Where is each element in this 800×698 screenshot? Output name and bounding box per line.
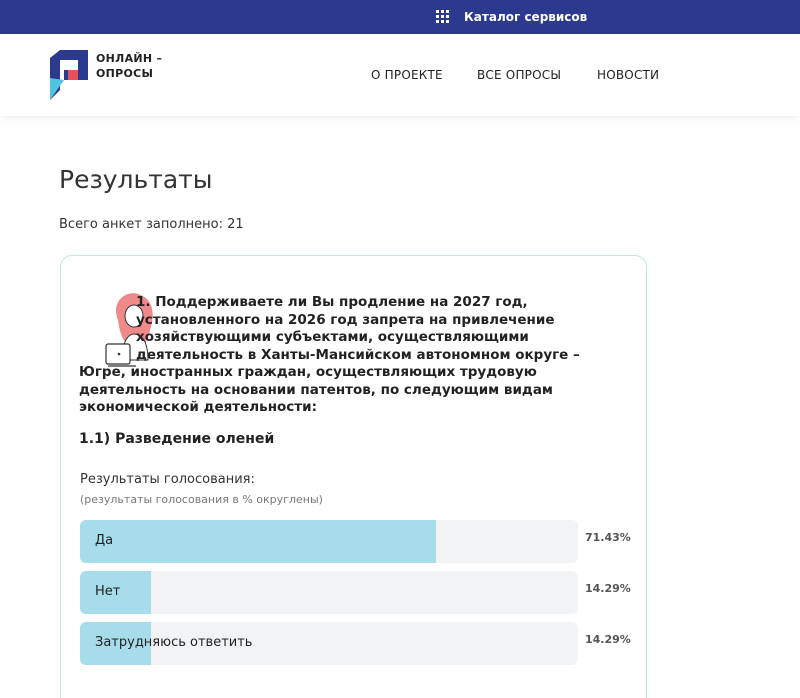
result-bar-track[interactable]: Да xyxy=(80,520,578,563)
result-bar-fill xyxy=(80,520,436,563)
result-bar-track[interactable]: Затрудняюсь ответить xyxy=(80,622,578,665)
results-note: (результаты голосования в % округлены) xyxy=(80,493,323,506)
question-line: хозяйствующими субъектами, осуществляющи… xyxy=(136,329,529,345)
question-text: 1. Поддерживаете ли Вы продление на 2027… xyxy=(79,294,599,417)
total-forms-count: Всего анкет заполнено: 21 xyxy=(59,217,244,232)
result-option-percent: 14.29% xyxy=(585,582,631,595)
result-option-label: Да xyxy=(95,533,114,548)
nav-all-surveys[interactable]: ВСЕ ОПРОСЫ xyxy=(477,68,561,82)
top-bar: Каталог сервисов xyxy=(0,0,800,34)
logo-line-2: ОПРОСЫ xyxy=(96,67,154,80)
site-header: ОНЛАЙН – ОПРОСЫ О ПРОЕКТЕ ВСЕ ОПРОСЫ НОВ… xyxy=(0,34,800,116)
grid-icon xyxy=(436,10,450,24)
catalog-services-label: Каталог сервисов xyxy=(464,10,588,24)
question-line: установленного на 2026 год запрета на пр… xyxy=(136,311,555,328)
results-title: Результаты голосования: xyxy=(80,472,255,487)
result-option-label: Затрудняюсь ответить xyxy=(95,635,253,650)
nav-about[interactable]: О ПРОЕКТЕ xyxy=(371,68,443,82)
result-option-percent: 71.43% xyxy=(585,531,631,544)
result-option-label: Нет xyxy=(95,584,121,599)
question-line: экономической деятельности: xyxy=(79,399,317,415)
result-bar-track[interactable]: Нет xyxy=(80,571,578,614)
result-option-yes: Да 71.43% xyxy=(80,520,660,564)
logo-text[interactable]: ОНЛАЙН – ОПРОСЫ xyxy=(96,51,162,81)
subquestion-title: 1.1) Разведение оленей xyxy=(79,431,275,447)
question-line: деятельность на основании патентов, по с… xyxy=(79,381,553,398)
page-title: Результаты xyxy=(59,165,213,194)
catalog-services-button[interactable]: Каталог сервисов xyxy=(436,7,587,27)
logo-icon[interactable] xyxy=(50,50,90,100)
nav-news[interactable]: НОВОСТИ xyxy=(597,68,659,82)
question-line: 1. Поддерживаете ли Вы продление на 2027… xyxy=(136,294,528,310)
question-line: Югре, иностранных граждан, осуществляющи… xyxy=(79,364,537,380)
question-line: деятельность в Ханты-Мансийском автономн… xyxy=(136,346,580,363)
logo-line-1: ОНЛАЙН – xyxy=(96,52,163,65)
result-option-percent: 14.29% xyxy=(585,633,631,646)
result-option-undecided: Затрудняюсь ответить 14.29% xyxy=(80,622,660,666)
result-option-no: Нет 14.29% xyxy=(80,571,660,615)
